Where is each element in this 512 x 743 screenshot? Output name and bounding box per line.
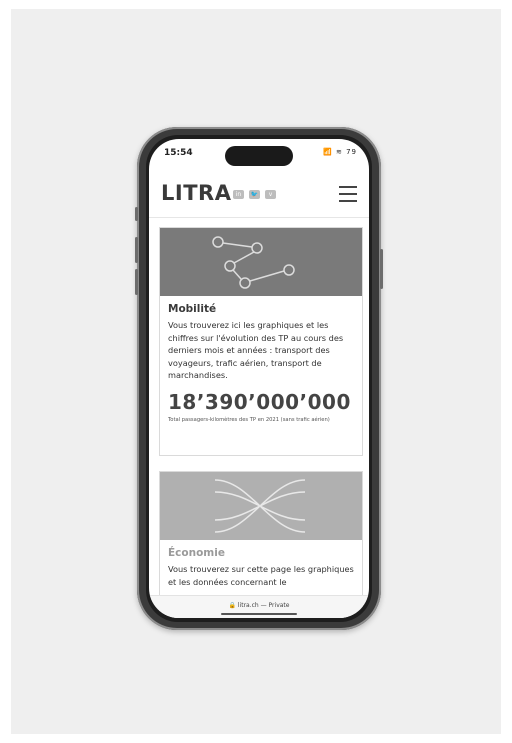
phone-volume-down [135, 269, 138, 295]
network-route-icon [212, 236, 295, 289]
home-indicator [221, 613, 297, 615]
phone-power-button [380, 249, 383, 289]
hamburger-menu-icon[interactable] [339, 186, 357, 207]
status-icons: 📶 ≋ 79 [323, 148, 357, 156]
phone-silent-switch [135, 207, 138, 221]
address-text: 🔒 litra.ch — Private [228, 602, 290, 609]
twitter-icon[interactable]: 🐦 [249, 190, 260, 199]
site-logo[interactable]: LITRA [161, 181, 231, 205]
phone-screen: 15:54 📶 ≋ 79 LITRA in 🐦 v Mobilité Vous … [149, 139, 369, 618]
linkedin-icon[interactable]: in [233, 190, 244, 199]
browser-address-bar[interactable]: 🔒 litra.ch — Private [149, 595, 369, 618]
vimeo-icon[interactable]: v [265, 190, 276, 199]
social-links: in 🐦 v [233, 190, 276, 199]
phone-volume-up [135, 237, 138, 263]
card-title: Économie [168, 547, 225, 559]
dynamic-island [225, 146, 293, 166]
statistic-caption: Total passagers-kilomètres des TP en 202… [168, 416, 330, 423]
card-description: Vous trouverez ici les graphiques et les… [168, 320, 344, 380]
card-title: Mobilité [168, 303, 217, 315]
status-bar: 15:54 📶 ≋ 79 [149, 139, 369, 167]
statistic-number: 18’390’000’000 [168, 389, 351, 414]
status-time: 15:54 [164, 148, 193, 158]
card-description: Vous trouverez sur cette page les graphi… [168, 564, 354, 587]
crossing-tracks-icon [214, 479, 306, 533]
card-image [160, 472, 362, 540]
card-image [160, 228, 362, 296]
site-header: LITRA in 🐦 v [149, 173, 369, 218]
phone-frame: 15:54 📶 ≋ 79 LITRA in 🐦 v Mobilité Vous … [135, 127, 383, 630]
card-mobilite[interactable]: Mobilité Vous trouverez ici les graphiqu… [159, 227, 363, 456]
